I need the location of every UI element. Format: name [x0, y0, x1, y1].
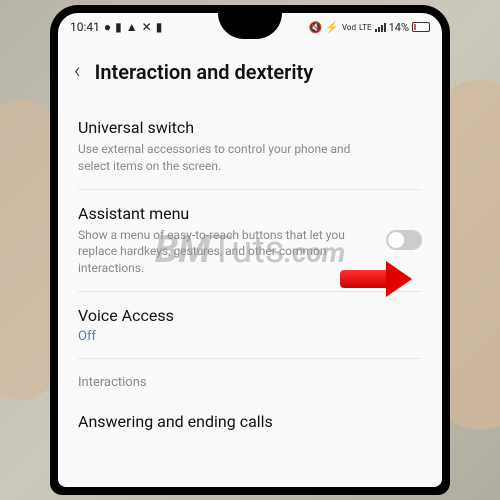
phone-frame: 10:41 ● ▮ ▲ ✕ ▮ 🔇 ⚡ Vod LTE 14%: [50, 5, 450, 495]
setting-voice-access[interactable]: Voice Access Off: [78, 291, 422, 358]
clipboard-icon: ▮: [156, 20, 163, 34]
phone-screen: 10:41 ● ▮ ▲ ✕ ▮ 🔇 ⚡ Vod LTE 14%: [58, 13, 442, 487]
setting-status: Off: [78, 329, 422, 344]
person-icon: ▲: [126, 20, 138, 34]
wrench-icon: ✕: [142, 20, 152, 34]
setting-description: Use external accessories to control your…: [78, 141, 422, 175]
setting-answering-calls[interactable]: Answering and ending calls: [78, 398, 422, 449]
battery-icon: [412, 22, 430, 32]
wifi-icon: ⚡: [325, 21, 339, 34]
back-button[interactable]: ‹: [74, 59, 81, 84]
setting-title: Answering and ending calls: [78, 412, 422, 431]
carrier-label: Vod: [342, 23, 356, 32]
signal-icon: [375, 22, 386, 32]
setting-title: Assistant menu: [78, 204, 422, 223]
setting-description: Show a menu of easy-to-reach buttons tha…: [78, 227, 422, 277]
battery-percent: 14%: [389, 21, 409, 34]
setting-title: Universal switch: [78, 118, 422, 137]
setting-universal-switch[interactable]: Universal switch Use external accessorie…: [78, 104, 422, 189]
warning-icon: ▮: [115, 20, 122, 34]
chat-icon: ●: [104, 20, 111, 34]
network-label: LTE: [359, 23, 372, 32]
page-header: ‹ Interaction and dexterity: [58, 41, 442, 104]
setting-assistant-menu[interactable]: Assistant menu Show a menu of easy-to-re…: [78, 189, 422, 291]
assistant-menu-toggle[interactable]: [386, 230, 422, 250]
page-title: Interaction and dexterity: [95, 60, 314, 84]
setting-title: Voice Access: [78, 306, 422, 325]
status-time: 10:41: [70, 20, 100, 34]
section-header-interactions: Interactions: [78, 358, 422, 398]
mute-icon: 🔇: [309, 21, 323, 34]
